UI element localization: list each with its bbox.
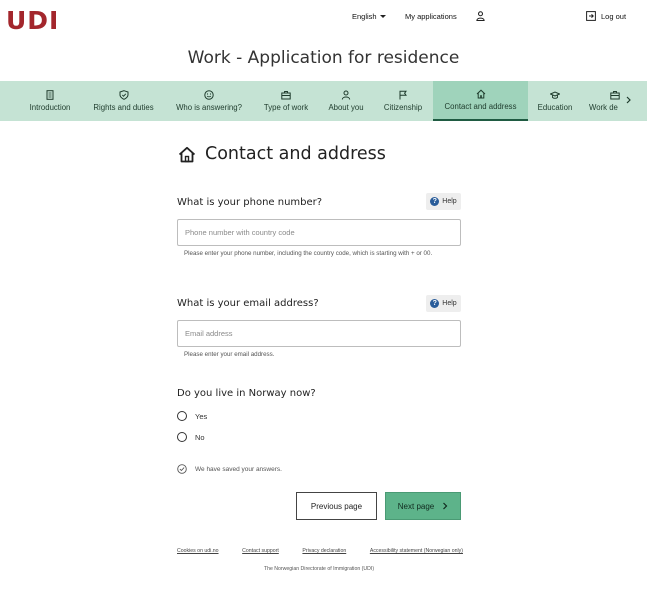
email-help-button[interactable]: ? Help [426,295,461,312]
phone-help-button[interactable]: ? Help [426,193,461,210]
step-rights-and-duties[interactable]: Rights and duties [86,81,161,121]
phone-hint: Please enter your phone number, includin… [184,250,433,257]
radio-no-label: No [195,432,205,442]
chevron-right-icon[interactable] [624,95,633,105]
previous-page-button[interactable]: Previous page [296,492,377,520]
saved-status: We have saved your answers. [177,464,282,474]
footer-link-privacy[interactable]: Privacy declaration [302,548,346,554]
chevron-right-icon [443,502,448,510]
step-label: Education [537,103,573,112]
step-label: Work de [589,103,618,112]
home-icon [178,146,196,162]
step-work-details[interactable]: Work de [589,81,623,121]
my-applications-link[interactable]: My applications [405,12,457,21]
home-icon [476,89,485,99]
radio-yes-label: Yes [195,411,208,421]
section-title-label: Contact and address [205,144,386,164]
top-bar: UDI English My applications Log out [0,0,647,40]
smiley-icon [204,90,214,100]
udi-logo[interactable]: UDI [6,6,59,35]
chevron-down-icon [379,15,386,18]
section-title: Contact and address [178,144,386,164]
shield-icon [119,90,128,100]
step-label: About you [328,103,364,112]
graduation-cap-icon [550,91,560,99]
logout-label: Log out [601,11,627,21]
previous-page-label: Previous page [310,501,363,511]
next-page-button[interactable]: Next page [385,492,461,520]
step-education[interactable]: Education [532,81,578,121]
phone-question: What is your phone number? [177,197,323,208]
radio-circle[interactable] [177,432,187,442]
step-label: Type of work [263,103,309,112]
help-label: Help [442,300,457,307]
logout-icon [586,11,596,21]
footer-link-accessibility[interactable]: Accessibility statement (Norwegian only) [370,548,463,554]
email-hint: Please enter your email address. [184,351,275,358]
person-icon [341,90,351,100]
help-label: Help [442,198,457,205]
step-about-you[interactable]: About you [322,81,370,121]
footer-link-contact-support[interactable]: Contact support [242,548,279,554]
step-navigation: Introduction Rights and duties Who is an… [0,81,647,121]
step-who-is-answering[interactable]: Who is answering? [169,81,249,121]
language-selector[interactable]: English [352,12,386,21]
step-citizenship[interactable]: Citizenship [378,81,428,121]
user-icon[interactable] [476,11,485,21]
briefcase-icon [610,91,620,100]
language-label: English [352,12,377,21]
footer-organization: The Norwegian Directorate of Immigration… [263,566,375,572]
next-page-label: Next page [397,501,435,511]
step-label: Contact and address [444,102,517,111]
radio-no[interactable]: No [177,432,205,442]
email-question: What is your email address? [177,298,319,309]
step-label: Citizenship [383,103,423,112]
norway-question: Do you live in Norway now? [177,388,316,399]
saved-message: We have saved your answers. [195,465,282,473]
help-icon: ? [430,299,440,308]
step-type-of-work[interactable]: Type of work [257,81,315,121]
help-icon: ? [430,197,440,206]
document-icon [46,90,54,100]
logout-button[interactable]: Log out [586,11,626,21]
step-introduction[interactable]: Introduction [22,81,78,121]
page-title: Work - Application for residence [187,48,460,68]
step-label: Introduction [29,103,71,112]
footer-links: Cookies on udi.no Contact support Privac… [177,548,463,554]
step-contact-and-address[interactable]: Contact and address [433,81,528,121]
radio-circle[interactable] [177,411,187,421]
radio-yes[interactable]: Yes [177,411,207,421]
email-input[interactable]: Email address [177,320,461,347]
footer-link-cookies[interactable]: Cookies on udi.no [177,548,219,554]
briefcase-icon [281,91,291,100]
check-circle-icon [177,464,187,474]
flag-icon [399,90,407,100]
step-label: Rights and duties [93,103,154,112]
phone-input[interactable]: Phone number with country code [177,219,461,246]
step-label: Who is answering? [176,103,242,112]
